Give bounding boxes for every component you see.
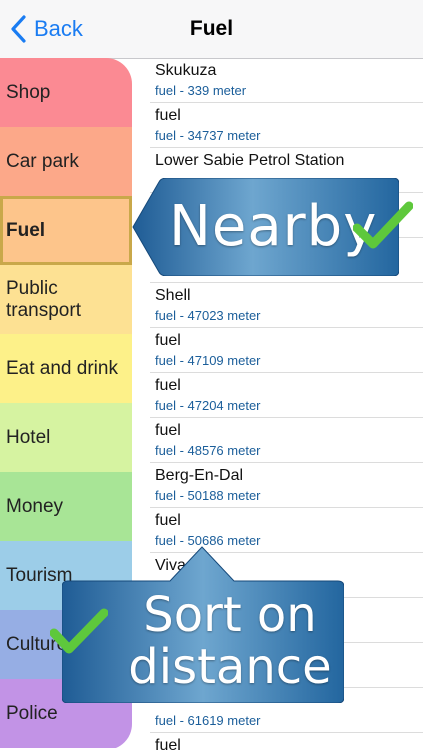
list-item-title: Lower Sabie Petrol Station [155,152,345,169]
checkmark-icon [50,608,108,654]
list-item-subtitle: fuel - 47109 meter [155,353,261,368]
list-item-title: Shell [155,287,191,304]
sidebar-item-eat-and-drink[interactable]: Eat and drink [0,334,132,403]
sidebar-item-label: Fuel [6,219,46,241]
list-item-title: fuel [155,422,181,439]
sidebar-item-label: Hotel [6,426,51,448]
sort-label-line1: Sort on [143,587,317,643]
sidebar-item-money[interactable]: Money [0,472,132,541]
list-item[interactable]: fuel fuel - 48576 meter [150,418,423,463]
nearby-label: Nearby [169,194,378,259]
list-item-title: fuel [155,737,181,750]
list-item-subtitle: fuel - 34737 meter [155,128,261,143]
list-item[interactable]: Berg-En-Dal fuel - 50188 meter [150,463,423,508]
list-item-subtitle: fuel - 50188 meter [155,488,261,503]
sidebar-item-label: Car park [6,150,79,172]
navigation-bar: Back Fuel [0,0,423,59]
sidebar-item-label: Shop [6,81,51,103]
nearby-callout: Nearby [131,178,413,276]
sort-label: Sort on distance [122,589,338,693]
list-item-subtitle: fuel - 339 meter [155,83,247,98]
list-item-title: fuel [155,377,181,394]
list-item-subtitle: fuel - 47204 meter [155,398,261,413]
sidebar-item-hotel[interactable]: Hotel [0,403,132,472]
page-title: Fuel [189,17,234,40]
sidebar-item-public-transport[interactable]: Public transport [0,265,132,334]
list-item-title: Berg-En-Dal [155,467,244,484]
sidebar-item-label: Money [6,495,64,517]
sidebar-item-shop[interactable]: Shop [0,58,132,127]
sidebar-item-fuel[interactable]: Fuel [0,196,132,265]
list-item-title: fuel [155,512,181,529]
sidebar-item-label: Police [6,702,58,724]
list-item[interactable]: fuel fuel - 47109 meter [150,328,423,373]
list-item[interactable]: Skukuza fuel - 339 meter [150,58,423,103]
list-item-subtitle: fuel - 47023 meter [155,308,261,323]
list-item-title: fuel [155,332,181,349]
list-item[interactable]: fuel [150,733,423,750]
sort-label-line2: distance [128,639,332,695]
list-item-subtitle: fuel - 61619 meter [155,713,261,728]
sidebar-item-label: Eat and drink [6,357,118,379]
list-item[interactable]: Shell fuel - 47023 meter [150,283,423,328]
list-item[interactable]: fuel fuel - 47204 meter [150,373,423,418]
list-item-subtitle: fuel - 48576 meter [155,443,261,458]
list-item-title: fuel [155,107,181,124]
list-item[interactable]: fuel fuel - 34737 meter [150,103,423,148]
list-item-title: Skukuza [155,62,217,79]
checkmark-icon [353,201,413,249]
sort-callout: Sort on distance [50,545,344,703]
sidebar-item-label: Public transport [6,277,81,321]
sidebar-item-car-park[interactable]: Car park [0,127,132,196]
